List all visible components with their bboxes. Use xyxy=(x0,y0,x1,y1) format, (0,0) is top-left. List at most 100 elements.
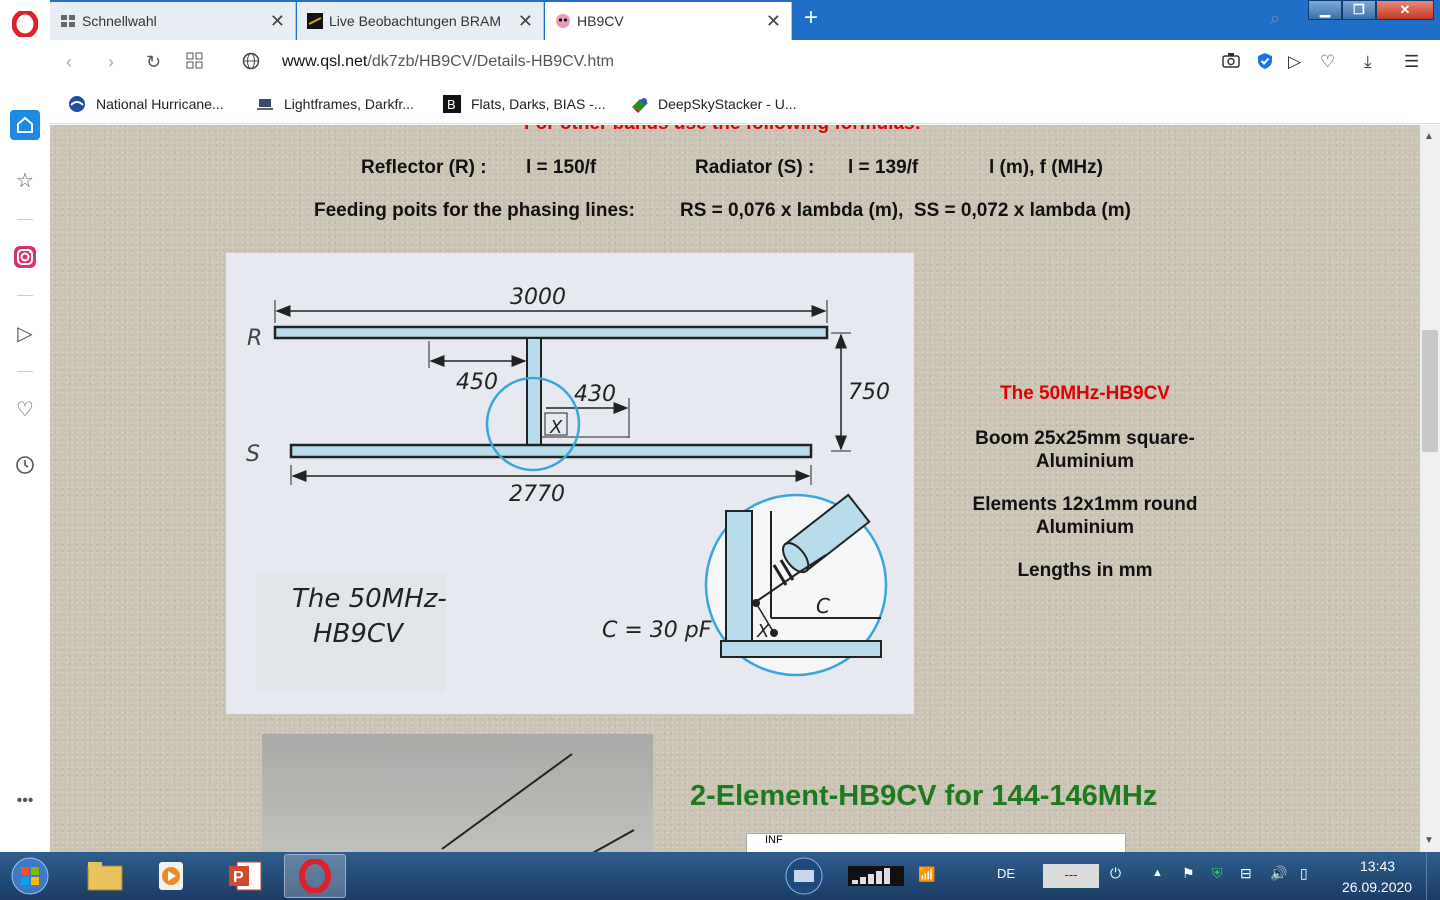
more-icon[interactable]: ••• xyxy=(10,786,40,816)
home-icon[interactable] xyxy=(10,110,40,140)
bookmark-lightframes[interactable]: Lightframes, Darkfr... xyxy=(256,95,414,113)
opera-logo-icon[interactable] xyxy=(0,0,50,48)
site-favicon-icon: B xyxy=(443,95,461,113)
security-shield-icon[interactable]: ⛨ xyxy=(1212,865,1223,882)
reload-icon[interactable]: ↻ xyxy=(146,52,161,73)
radiator-letter: S xyxy=(246,442,260,467)
heart-icon[interactable]: ♡ xyxy=(10,394,40,424)
tab-live-beobachtungen[interactable]: Live Beobachtungen BRAM ✕ xyxy=(297,2,544,40)
show-desktop-button[interactable] xyxy=(1426,852,1440,900)
info-title: The 50MHz-HB9CV xyxy=(1000,383,1170,404)
show-hidden-icons[interactable]: ▲ xyxy=(1152,867,1163,879)
signal-strength-icon xyxy=(844,854,908,898)
dim-450-label: 450 xyxy=(456,370,498,395)
diagram-caption-line1: The 50MHz- xyxy=(292,584,447,614)
vertical-scrollbar[interactable]: ▲ ▼ xyxy=(1420,125,1440,852)
c-label: C xyxy=(816,594,830,618)
send-icon[interactable]: ▷ xyxy=(10,318,40,348)
reflector-formula: l = 150/f xyxy=(526,157,597,178)
device-icon[interactable]: ▯ xyxy=(1300,865,1308,882)
clock-time[interactable]: 13:43 xyxy=(1360,858,1395,874)
speed-dial-icon xyxy=(60,13,76,29)
scroll-down-icon[interactable]: ▼ xyxy=(1424,835,1434,846)
minimize-button[interactable]: ▁ xyxy=(1308,0,1342,20)
antenna-icon: 📶 xyxy=(918,866,936,882)
close-icon[interactable]: ✕ xyxy=(518,11,533,32)
diagram-caption-line2: HB9CV xyxy=(313,619,405,649)
language-indicator[interactable]: DE xyxy=(997,866,1015,881)
media-player-taskbar-icon[interactable] xyxy=(140,854,202,898)
instagram-icon[interactable] xyxy=(10,242,40,272)
bookmark-national-hurricane[interactable]: National Hurricane... xyxy=(68,95,224,113)
bookmark-label: National Hurricane... xyxy=(96,96,224,112)
x-detail-label: X xyxy=(756,621,770,642)
easy-setup-icon[interactable]: ☰ xyxy=(1404,52,1419,72)
history-icon[interactable] xyxy=(10,450,40,480)
dss-icon xyxy=(630,95,648,113)
powerpoint-taskbar-icon[interactable]: P xyxy=(214,854,276,898)
sidebar-divider xyxy=(17,371,33,372)
x-label: X xyxy=(549,417,563,438)
dim-430-label: 430 xyxy=(574,382,616,407)
network-drive-icon[interactable] xyxy=(780,854,828,898)
close-icon[interactable]: ✕ xyxy=(270,11,285,32)
heart-icon[interactable]: ♡ xyxy=(1320,52,1335,72)
url-host: www.qsl.net xyxy=(282,53,368,70)
sidebar-divider xyxy=(17,219,33,220)
bookmark-flats-darks[interactable]: B Flats, Darks, BIAS -... xyxy=(443,95,606,113)
hb9cv-diagram: 3000 R 450 430 X S 750 2770 C X The 50MH… xyxy=(226,253,914,714)
bookmark-deepskystacker[interactable]: DeepSkyStacker - U... xyxy=(630,95,797,113)
flag-icon[interactable]: ⚑ xyxy=(1182,865,1195,882)
search-icon[interactable]: ⌕ xyxy=(1270,8,1280,29)
svg-text:P: P xyxy=(233,869,244,886)
bookmark-label: Lightframes, Darkfr... xyxy=(284,96,414,112)
maximize-button[interactable]: ❐ xyxy=(1342,0,1376,20)
antenna-photo xyxy=(262,734,653,852)
feeding-label: Feeding poits for the phasing lines: xyxy=(314,200,635,221)
section-heading-144mhz: 2-Element-HB9CV for 144-146MHz xyxy=(690,780,1158,812)
bookmark-label: Flats, Darks, BIAS -... xyxy=(471,96,606,112)
vpn-shield-icon[interactable] xyxy=(1256,52,1274,75)
back-icon[interactable]: ‹ xyxy=(66,52,72,73)
download-icon[interactable]: ⤓ xyxy=(1364,52,1372,72)
capacitor-label: C = 30 pF xyxy=(602,618,712,643)
new-tab-button[interactable]: + xyxy=(796,4,826,34)
bookmark-label: DeepSkyStacker - U... xyxy=(658,96,797,112)
explorer-taskbar-icon[interactable] xyxy=(74,854,136,898)
url-field[interactable]: www.qsl.net/dk7zb/HB9CV/Details-HB9CV.ht… xyxy=(282,53,614,71)
volume-icon[interactable]: 🔊 xyxy=(1270,865,1287,882)
tab-schnellwahl[interactable]: Schnellwahl ✕ xyxy=(50,2,296,40)
dim-2770-label: 2770 xyxy=(509,482,565,507)
snapshot-icon[interactable] xyxy=(1222,52,1240,73)
start-button[interactable] xyxy=(4,854,56,898)
scroll-up-icon[interactable]: ▲ xyxy=(1424,131,1434,142)
tab-label: HB9CV xyxy=(577,13,624,29)
power-plug-icon[interactable]: ⏻ xyxy=(1110,865,1121,882)
tab-label: Live Beobachtungen BRAM xyxy=(329,13,501,29)
window-controls: ▁ ❐ ✕ xyxy=(1308,0,1434,20)
tab-hb9cv[interactable]: HB9CV ✕ xyxy=(545,2,792,40)
tabs-grid-icon[interactable] xyxy=(186,52,204,75)
opera-taskbar-icon[interactable] xyxy=(284,854,346,898)
network-icon[interactable]: ⊟ xyxy=(1240,865,1252,882)
scroll-thumb[interactable] xyxy=(1422,330,1438,452)
address-bar: ‹ › ↻ www.qsl.net/dk7zb/HB9CV/Details-HB… xyxy=(50,40,1440,86)
reflector-label: Reflector (R) : xyxy=(361,157,487,178)
inf-label: INF xyxy=(765,834,783,846)
site-favicon-icon xyxy=(307,13,323,29)
bookmarks-bar: National Hurricane... Lightframes, Darkf… xyxy=(50,86,1440,124)
reflector-letter: R xyxy=(247,326,262,351)
units-label: l (m), f (MHz) xyxy=(989,157,1103,178)
clock-date[interactable]: 26.09.2020 xyxy=(1342,879,1412,895)
svg-text:B: B xyxy=(447,97,456,112)
windows-taskbar: P 📶 DE --- ⏻ ▲ ⚑ ⛨ ⊟ 🔊 ▯ 13:43 26.09.202… xyxy=(0,852,1440,900)
send-icon[interactable]: ▷ xyxy=(1288,52,1301,72)
close-window-button[interactable]: ✕ xyxy=(1376,0,1434,20)
close-icon[interactable]: ✕ xyxy=(766,11,781,32)
dim-3000-label: 3000 xyxy=(510,285,566,310)
star-icon[interactable]: ☆ xyxy=(10,165,40,195)
forward-icon[interactable]: › xyxy=(108,52,114,73)
info-lengths: Lengths in mm xyxy=(1017,560,1153,581)
tray-input-box[interactable]: --- xyxy=(1043,864,1099,888)
laptop-icon xyxy=(256,95,274,113)
